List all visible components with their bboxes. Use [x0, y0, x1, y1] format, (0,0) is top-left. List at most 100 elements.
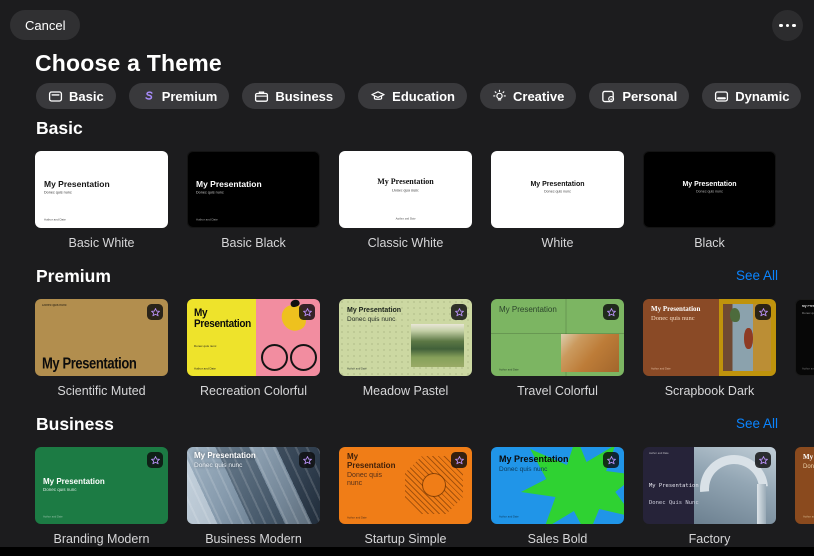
- filter-chip-dynamic[interactable]: Dynamic: [702, 83, 802, 109]
- filter-chip-premium[interactable]: Premium: [128, 83, 230, 109]
- theme-name-label: Basic Black: [221, 236, 286, 250]
- filter-chip-education[interactable]: Education: [358, 83, 467, 109]
- graduation-cap-icon: [370, 89, 386, 104]
- theme-thumbnail: My Presentation Donec quis nunc Author and…: [491, 447, 624, 524]
- theme-name-label: Startup Simple: [364, 532, 447, 546]
- theme-thumbnail: My PresentationDonec quis nuncAuthor and…: [491, 299, 624, 376]
- cancel-button[interactable]: Cancel: [10, 10, 81, 40]
- slide-subtitle-text: Donec quis nunc: [499, 466, 548, 473]
- filter-chip-business[interactable]: Business: [242, 83, 346, 109]
- slide-title-text: My Presentation: [682, 181, 737, 188]
- slide-subtitle-text: Donec quis nunc: [42, 304, 67, 308]
- theme-card-basic-white[interactable]: My Presentation Donec quis nunc Author and…: [35, 151, 168, 250]
- theme-thumbnail: My Presentation Donec quis nunc Author and…: [187, 151, 320, 228]
- theme-thumbnail: My PresentationDonec quis nuncAuthor and…: [339, 447, 472, 524]
- filter-chip-label: Dynamic: [735, 88, 790, 104]
- theme-name-label: Classic White: [367, 236, 444, 250]
- theme-card-black[interactable]: My PresentationDonec quis nuncAuthor and…: [643, 151, 776, 250]
- section-business: Business See All My Presentation Donec quis…: [0, 414, 814, 546]
- thumbnail-artwork: [410, 323, 464, 367]
- slide-title-text: My Presentation: [649, 483, 699, 489]
- slide-subtitle-text: Donec quis nunc: [43, 488, 77, 493]
- filter-chip-label: Personal: [622, 88, 678, 104]
- theme-card-business-modern[interactable]: My PresentationDonec quis nuncAuthor and…: [187, 447, 320, 546]
- slide-title-text: My Presentation: [196, 179, 262, 189]
- slide-author-text: Author and Date: [196, 218, 218, 222]
- slide-author-text: Author and Date: [651, 367, 671, 371]
- slide-author-text: Author and Date: [499, 368, 519, 372]
- theme-thumbnail: My PresentationDonec quis nuncAuthor and…: [187, 299, 320, 376]
- thumbnail-artwork: [561, 333, 620, 373]
- choose-theme-sheet: { "header": { "cancel_label": "Cancel", …: [0, 0, 814, 556]
- slide-subtitle-text: Donec quis nunc: [196, 191, 224, 195]
- slide-author-text: Author and Date: [803, 515, 814, 519]
- theme-card-meadow-pastel[interactable]: My Presentation Donec quis nunc Author and…: [339, 299, 472, 398]
- slide-title-text: My Presentation: [499, 454, 569, 464]
- theme-card-factory[interactable]: My Presentation Donec Quis Nunc Author and…: [643, 447, 776, 546]
- theme-card-premium-partial[interactable]: My Presentation Donec quis nunc Author and…: [795, 299, 814, 398]
- slide-subtitle-text: Donec quis nunc: [696, 190, 723, 194]
- theme-name-label: Factory: [688, 532, 731, 546]
- slide-title-text: My Presentation: [499, 305, 557, 314]
- theme-name-label: White: [541, 236, 574, 250]
- slide-subtitle-text: Donec quis nunc: [392, 189, 419, 193]
- filter-chip-label: Premium: [161, 88, 218, 104]
- lightbulb-icon: [492, 89, 507, 104]
- slide-title-text: My Presentation: [347, 307, 402, 314]
- slide-subtitle-text: Donec quis nunc: [347, 472, 383, 487]
- theme-thumbnail: My PresentationDonec quis nuncAuthor and…: [795, 447, 814, 524]
- theme-thumbnail: My PresentationDonec quis nuncAuthor and…: [339, 151, 472, 228]
- briefcase-icon: [254, 89, 269, 104]
- see-all-link[interactable]: See All: [736, 416, 778, 431]
- see-all-link[interactable]: See All: [736, 268, 778, 283]
- theme-name-label: Travel Colorful: [517, 384, 598, 398]
- section-title: Premium: [36, 266, 111, 286]
- slide-title-text: My Presentation: [43, 477, 105, 486]
- theme-card-recreation-colorful[interactable]: My Presentation Donec quis nunc Author and…: [187, 299, 320, 398]
- theme-card-business-partial[interactable]: My Presentation Donec quis nunc Author and…: [795, 447, 814, 546]
- theme-card-scientific-muted[interactable]: My PresentationDonec quis nuncAuthor and…: [35, 299, 168, 398]
- theme-card-branding-modern[interactable]: My Presentation Donec quis nunc Author and…: [35, 447, 168, 546]
- slide-subtitle-text: Donec quis nunc: [347, 316, 396, 323]
- premium-star-badge-icon: [755, 452, 771, 468]
- slide-icon: [48, 89, 63, 104]
- theme-name-label: Black: [694, 236, 725, 250]
- theme-card-basic-black[interactable]: My Presentation Donec quis nunc Author and…: [187, 151, 320, 250]
- slide-title-text: My Presentation: [44, 179, 110, 189]
- filter-chip-row: Basic Premium Business Education Creative Per…: [36, 83, 814, 109]
- more-options-button[interactable]: [772, 10, 803, 41]
- filter-chip-personal[interactable]: Personal: [589, 83, 690, 109]
- theme-card-white[interactable]: My PresentationDonec quis nuncAuthor and…: [491, 151, 624, 250]
- theme-name-label: Scientific Muted: [57, 384, 146, 398]
- slide-author-text: Author and Date: [499, 515, 519, 519]
- filter-chip-creative[interactable]: Creative: [480, 83, 577, 109]
- slide-author-text: Author and Date: [44, 218, 66, 222]
- filter-chip-label: Creative: [513, 88, 565, 104]
- slide-author-text: Author and Date: [649, 452, 669, 455]
- slide-title-text: My Presentation: [194, 451, 256, 460]
- slide-subtitle-text: Donec quis nunc: [802, 312, 814, 315]
- theme-thumbnail: My PresentationDonec quis nuncAuthor and…: [643, 299, 776, 376]
- theme-row: My Presentation Donec quis nunc Author and…: [0, 447, 814, 546]
- theme-card-scrapbook-dark[interactable]: My Presentation Donec quis nunc Author and…: [643, 299, 776, 398]
- filter-chip-basic[interactable]: Basic: [36, 83, 116, 109]
- slide-title-text: My Presentation: [530, 181, 585, 188]
- theme-card-classic-white[interactable]: My Presentation Donec quis nunc Author and…: [339, 151, 472, 250]
- theme-name-label: [795, 532, 814, 546]
- premium-star-badge-icon: [603, 304, 619, 320]
- theme-row: My Presentation Donec quis nunc Author and…: [0, 151, 814, 250]
- section-header: Basic: [36, 118, 778, 138]
- premium-star-badge-icon: [147, 304, 163, 320]
- slide-author-text: Author and Date: [395, 217, 416, 221]
- slide-subtitle-text: Donec quis nunc: [44, 191, 72, 195]
- photo-icon: [601, 89, 616, 104]
- theme-thumbnail: My PresentationDonec quis nuncAuthor and…: [187, 447, 320, 524]
- theme-card-travel-colorful[interactable]: My PresentationDonec quis nuncAuthor and…: [491, 299, 624, 398]
- slide-title-text: My Presentation: [347, 452, 396, 470]
- section-title: Business: [36, 414, 114, 434]
- theme-card-sales-bold[interactable]: My Presentation Donec quis nunc Author and…: [491, 447, 624, 546]
- theme-card-startup-simple[interactable]: My Presentation Donec quis nunc Author and…: [339, 447, 472, 546]
- section-premium: Premium See All My Presentation Donec quis …: [0, 266, 814, 398]
- theme-thumbnail: My Presentation Donec quis nunc Author and…: [35, 151, 168, 228]
- slide-title-text: My Presentation: [194, 306, 251, 330]
